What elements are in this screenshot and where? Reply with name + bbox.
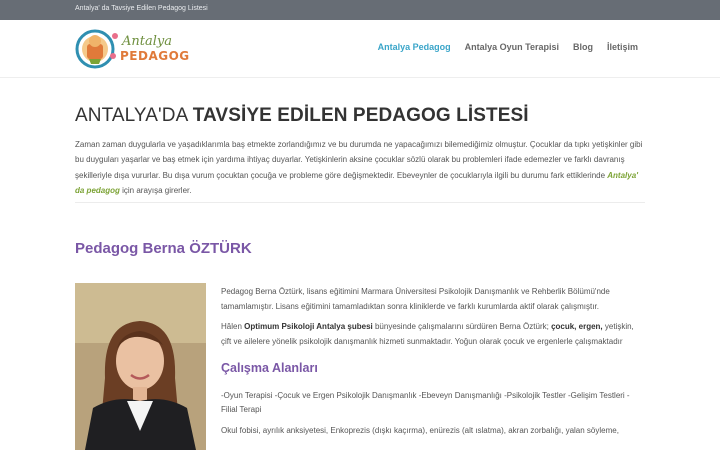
bio-paragraph-3: Okul fobisi, ayrılık anksiyetesi, Enkopr… (221, 425, 619, 435)
intro-text-2: için arayışa girerler. (119, 186, 192, 196)
pedagog-photo (75, 283, 206, 450)
top-bar: Antalya' da Tavsiye Edilen Pedagog Liste… (0, 0, 720, 20)
work-areas-list: -Oyun Terapisi -Çocuk ve Ergen Psikoloji… (221, 390, 630, 415)
main-nav: Antalya Pedagog Antalya Oyun Terapisi Bl… (378, 42, 638, 52)
pedagog-name-heading: Pedagog Berna ÖZTÜRK (75, 240, 252, 257)
pedagog-bio: Pedagog Berna Öztürk, lisans eğitimini M… (221, 285, 645, 444)
bio-p2-text-c: bünyesinde çalışmalarını sürdüren Berna … (372, 322, 552, 331)
page-title-normal: ANTALYA'DA (75, 105, 193, 126)
logo-emblem-icon (75, 29, 118, 69)
nav-item-antalya-pedagog[interactable]: Antalya Pedagog (378, 42, 451, 52)
nav-item-blog[interactable]: Blog (573, 42, 593, 52)
work-areas-heading: Çalışma Alanları (221, 361, 318, 375)
bio-p2-company: Optimum Psikoloji Antalya şubesi (244, 322, 373, 331)
logo-text-antalya: Antalya (122, 34, 172, 49)
page-title: ANTALYA'DA TAVSİYE EDİLEN PEDAGOG LİSTES… (75, 105, 529, 127)
page-title-bold: TAVSİYE EDİLEN PEDAGOG LİSTESİ (192, 105, 529, 126)
topbar-text: Antalya' da Tavsiye Edilen Pedagog Liste… (75, 5, 208, 12)
nav-item-iletisim[interactable]: İletişim (607, 42, 638, 52)
bio-p2-bold-groups: çocuk, ergen, (551, 322, 603, 331)
portrait-image-icon (75, 283, 206, 450)
bio-paragraph-1: Pedagog Berna Öztürk, lisans eğitimini M… (221, 287, 610, 311)
logo-text-pedagog: PEDAGOG (120, 49, 190, 63)
site-header: Antalya PEDAGOG Antalya Pedagog Antalya … (0, 20, 720, 78)
site-logo[interactable]: Antalya PEDAGOG (75, 26, 190, 72)
intro-paragraph: Zaman zaman duygularla ve yaşadıklarımla… (75, 137, 645, 199)
nav-item-oyun-terapisi[interactable]: Antalya Oyun Terapisi (465, 42, 559, 52)
bio-paragraph-2: Hâlen Optimum Psikoloji Antalya şubesi b… (221, 320, 645, 349)
section-divider (75, 202, 645, 203)
bio-p2-text-a: Hâlen (221, 322, 245, 331)
intro-text-1: Zaman zaman duygularla ve yaşadıklarımla… (75, 140, 643, 180)
